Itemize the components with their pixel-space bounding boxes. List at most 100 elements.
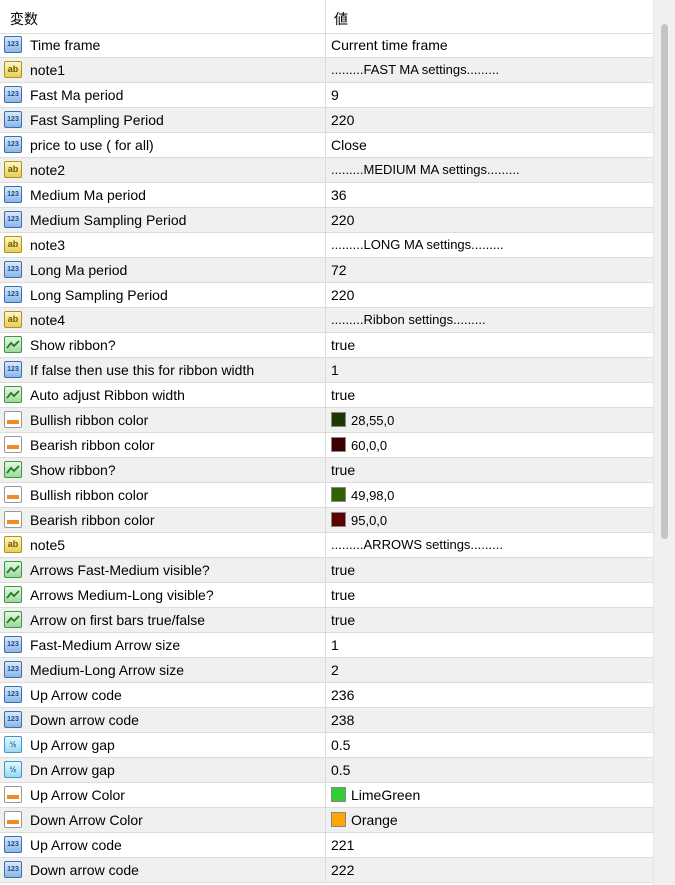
- parameter-value[interactable]: 28,55,0: [351, 413, 394, 428]
- integer-type-icon: 123: [4, 636, 22, 653]
- parameter-value[interactable]: 60,0,0: [351, 438, 387, 453]
- parameter-value[interactable]: 1: [331, 637, 339, 653]
- parameter-row[interactable]: 123 Medium Sampling Period 220: [0, 208, 653, 233]
- parameter-value[interactable]: 220: [331, 287, 354, 303]
- parameter-row[interactable]: Down Arrow Color Orange: [0, 808, 653, 833]
- parameter-value[interactable]: 236: [331, 687, 354, 703]
- parameter-row[interactable]: Up Arrow Color LimeGreen: [0, 783, 653, 808]
- parameter-value[interactable]: .........LONG MA settings.........: [331, 237, 504, 252]
- parameter-row[interactable]: 123 Long Sampling Period 220: [0, 283, 653, 308]
- parameter-row[interactable]: Bearish ribbon color 95,0,0: [0, 508, 653, 533]
- parameter-row[interactable]: Arrows Medium-Long visible? true: [0, 583, 653, 608]
- integer-type-icon: 123: [4, 186, 22, 203]
- parameter-value[interactable]: true: [331, 387, 355, 403]
- parameter-row[interactable]: 123 Fast Ma period 9: [0, 83, 653, 108]
- parameter-value[interactable]: true: [331, 562, 355, 578]
- parameter-value[interactable]: true: [331, 612, 355, 628]
- parameter-value[interactable]: Orange: [351, 812, 398, 828]
- color-type-icon: [4, 486, 22, 503]
- parameter-row[interactable]: ab note2 .........MEDIUM MA settings......…: [0, 158, 653, 183]
- boolean-type-icon: [4, 386, 22, 403]
- parameter-row[interactable]: 123 If false then use this for ribbon wid…: [0, 358, 653, 383]
- cell-divider: [325, 258, 326, 282]
- boolean-type-icon: [4, 336, 22, 353]
- parameter-value[interactable]: .........MEDIUM MA settings.........: [331, 162, 520, 177]
- parameter-value[interactable]: 238: [331, 712, 354, 728]
- grid-header: 変数 値: [0, 0, 653, 34]
- parameter-value[interactable]: 1: [331, 362, 339, 378]
- parameter-row[interactable]: ab note1 .........FAST MA settings........…: [0, 58, 653, 83]
- parameter-name: note4: [30, 312, 66, 328]
- parameter-value[interactable]: .........ARROWS settings.........: [331, 537, 503, 552]
- parameter-value[interactable]: true: [331, 337, 355, 353]
- column-divider[interactable]: [325, 0, 326, 33]
- color-type-icon: [4, 511, 22, 528]
- parameter-value[interactable]: 221: [331, 837, 354, 853]
- parameter-value[interactable]: 0.5: [331, 737, 350, 753]
- parameter-row[interactable]: 123 Fast Sampling Period 220: [0, 108, 653, 133]
- parameter-row[interactable]: ab note5 .........ARROWS settings.........: [0, 533, 653, 558]
- parameter-value[interactable]: .........Ribbon settings.........: [331, 312, 486, 327]
- parameter-row[interactable]: Bullish ribbon color 28,55,0: [0, 408, 653, 433]
- parameter-value[interactable]: 72: [331, 262, 347, 278]
- parameter-value[interactable]: 36: [331, 187, 347, 203]
- cell-divider: [325, 358, 326, 382]
- parameter-name: Up Arrow code: [30, 837, 122, 853]
- parameter-row[interactable]: Bearish ribbon color 60,0,0: [0, 433, 653, 458]
- column-header-variable[interactable]: 変数: [10, 9, 38, 29]
- parameter-value[interactable]: 95,0,0: [351, 513, 387, 528]
- column-header-value[interactable]: 値: [334, 9, 348, 29]
- color-swatch[interactable]: [331, 787, 346, 802]
- parameter-row[interactable]: 123 Up Arrow code 221: [0, 833, 653, 858]
- parameter-row[interactable]: 123 Long Ma period 72: [0, 258, 653, 283]
- parameter-name: Up Arrow code: [30, 687, 122, 703]
- color-swatch[interactable]: [331, 412, 346, 427]
- parameter-row[interactable]: Bullish ribbon color 49,98,0: [0, 483, 653, 508]
- parameter-row[interactable]: 123 Fast-Medium Arrow size 1: [0, 633, 653, 658]
- parameter-row[interactable]: 123 Up Arrow code 236: [0, 683, 653, 708]
- parameter-value[interactable]: Current time frame: [331, 37, 448, 53]
- parameter-row[interactable]: 123 Down arrow code 238: [0, 708, 653, 733]
- cell-divider: [325, 233, 326, 257]
- parameter-value[interactable]: LimeGreen: [351, 787, 420, 803]
- string-type-icon: ab: [4, 236, 22, 253]
- color-swatch[interactable]: [331, 487, 346, 502]
- parameter-row[interactable]: Arrows Fast-Medium visible? true: [0, 558, 653, 583]
- vertical-scrollbar[interactable]: [653, 0, 675, 885]
- boolean-type-icon: [4, 611, 22, 628]
- parameter-value[interactable]: 49,98,0: [351, 488, 394, 503]
- parameter-value[interactable]: Close: [331, 137, 367, 153]
- parameter-row[interactable]: Auto adjust Ribbon width true: [0, 383, 653, 408]
- parameter-row[interactable]: Arrow on first bars true/false true: [0, 608, 653, 633]
- color-swatch[interactable]: [331, 512, 346, 527]
- parameter-row[interactable]: 123 Medium-Long Arrow size 2: [0, 658, 653, 683]
- parameter-name: Arrows Fast-Medium visible?: [30, 562, 210, 578]
- integer-type-icon: 123: [4, 86, 22, 103]
- cell-divider: [325, 133, 326, 157]
- parameter-row[interactable]: ½ Dn Arrow gap 0.5: [0, 758, 653, 783]
- integer-type-icon: 123: [4, 111, 22, 128]
- parameter-value[interactable]: 9: [331, 87, 339, 103]
- parameter-row[interactable]: Show ribbon? true: [0, 458, 653, 483]
- parameter-row[interactable]: ½ Up Arrow gap 0.5: [0, 733, 653, 758]
- parameter-row[interactable]: ab note3 .........LONG MA settings........…: [0, 233, 653, 258]
- parameter-value[interactable]: .........FAST MA settings.........: [331, 62, 499, 77]
- parameter-name: Show ribbon?: [30, 337, 116, 353]
- cell-divider: [325, 33, 326, 57]
- color-swatch[interactable]: [331, 812, 346, 827]
- parameter-row[interactable]: 123 Down arrow code 222: [0, 858, 653, 883]
- parameter-value[interactable]: 220: [331, 112, 354, 128]
- parameter-row[interactable]: 123 price to use ( for all) Close: [0, 133, 653, 158]
- parameter-row[interactable]: 123 Time frame Current time frame: [0, 33, 653, 58]
- parameter-value[interactable]: true: [331, 587, 355, 603]
- parameter-value[interactable]: 0.5: [331, 762, 350, 778]
- parameter-row[interactable]: 123 Medium Ma period 36: [0, 183, 653, 208]
- parameter-row[interactable]: Show ribbon? true: [0, 333, 653, 358]
- parameter-value[interactable]: 222: [331, 862, 354, 878]
- parameter-value[interactable]: 220: [331, 212, 354, 228]
- scrollbar-thumb[interactable]: [661, 24, 668, 539]
- parameter-value[interactable]: 2: [331, 662, 339, 678]
- parameter-value[interactable]: true: [331, 462, 355, 478]
- color-swatch[interactable]: [331, 437, 346, 452]
- parameter-row[interactable]: ab note4 .........Ribbon settings.........: [0, 308, 653, 333]
